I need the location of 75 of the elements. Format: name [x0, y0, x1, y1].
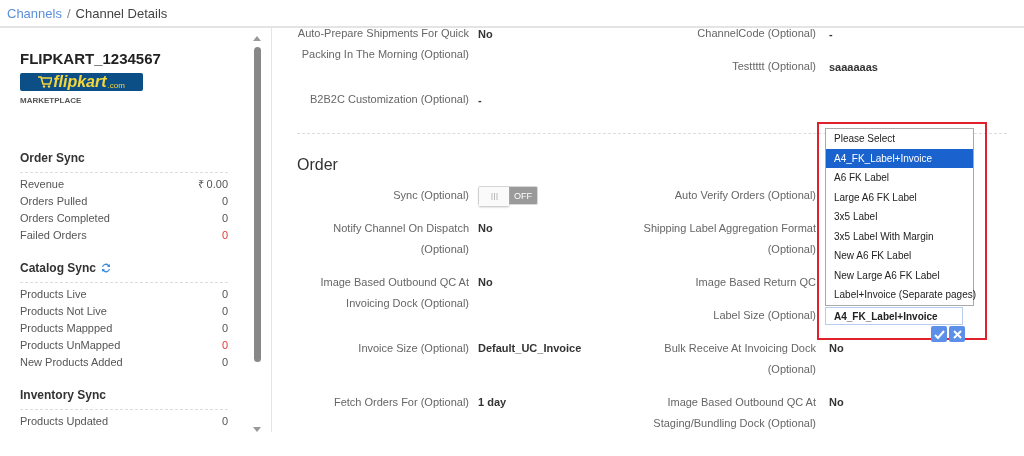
dropdown-option[interactable]: Please Select — [826, 129, 973, 149]
channel-type: MARKETPLACE — [20, 96, 83, 105]
field-label: Image Based Return QC — [694, 274, 816, 290]
logo-name: flipkart — [53, 73, 107, 91]
field-label: Auto-Prepare Shipments For Quick Packing In The Morning (Optional) — [297, 26, 469, 62]
field-label: Image Based Outbound QC At Staging/Bundling Dock (Optional) — [652, 394, 816, 431]
channel-name: FLIPKART_1234567 — [20, 50, 162, 67]
stat-label: Products Live — [20, 287, 87, 302]
field-label: Notify Channel On Dispatch (Optional) — [332, 220, 469, 257]
field-label: Fetch Orders For (Optional) — [332, 394, 469, 410]
stat-label: Orders Completed — [20, 211, 110, 226]
field-label: Testtttt (Optional) — [731, 59, 816, 74]
cancel-button[interactable] — [949, 326, 965, 342]
stat-label: Products UnMapped — [20, 338, 121, 353]
breadcrumb-separator: / — [66, 5, 71, 21]
field-value: - — [829, 27, 833, 40]
scrollbar[interactable] — [253, 36, 261, 432]
stat-value: 0 — [221, 414, 228, 429]
field-value: saaaaaas — [829, 60, 878, 73]
dropdown-option[interactable]: New A6 FK Label — [826, 246, 973, 266]
stat-label: Products Mappped — [20, 321, 113, 336]
stat-label: New Products Added — [20, 355, 123, 370]
confirm-button[interactable] — [931, 326, 947, 342]
dropdown-option[interactable]: A4_FK_Label+Invoice — [826, 148, 973, 168]
field-value: 1 day — [478, 396, 507, 408]
dropdown-option[interactable]: 3x5 Label With Margin — [826, 226, 973, 246]
stat-label: Products Not Live — [20, 304, 107, 319]
dropdown-list[interactable]: Please Select A4_FK_Label+Invoice A6 FK Label Large A6 FK Label 3x5 Label 3x5 Label With Margin New A6 FK Label New Large A6 FK Label Label+Invoice (Separate pages) — [825, 128, 974, 306]
grip-icon — [490, 192, 498, 200]
scroll-up-icon — [253, 36, 261, 41]
field-value: No — [478, 276, 493, 288]
stat-label: Failed Orders — [20, 228, 87, 243]
field-label: Bulk Receive At Invoicing Dock (Optional) — [663, 340, 816, 377]
field-label: Invoice Size (Optional) — [357, 340, 469, 356]
section-heading: Order — [297, 155, 338, 175]
field-label: Shipping Label Aggregation Format (Optional) — [642, 220, 816, 257]
close-icon — [951, 328, 963, 340]
logo-suffix: .com — [107, 80, 125, 90]
stat-value: 0 — [221, 321, 228, 336]
check-icon — [933, 328, 945, 340]
stat-value: 0 — [221, 211, 228, 226]
field-value: No — [829, 396, 844, 408]
cart-icon — [38, 76, 53, 88]
field-label: B2B2C Customization (Optional) — [309, 92, 469, 107]
stat-label: Products Updated — [20, 414, 109, 429]
stat-value: 0 — [221, 287, 228, 302]
stat-value: 0 — [221, 355, 228, 370]
field-value: - — [478, 93, 482, 106]
stat-value: 0 — [221, 194, 228, 209]
select-field[interactable]: A4_FK_Label+Invoice — [825, 307, 963, 325]
stat-value: ₹ 0.00 — [197, 177, 228, 192]
dropdown-option[interactable]: 3x5 Label — [826, 207, 973, 227]
breadcrumb-current: Channel Details — [75, 5, 168, 21]
refresh-icon — [100, 262, 113, 274]
field-value: No — [829, 342, 844, 354]
stat-label: Orders Pulled — [20, 194, 88, 209]
field-label: Label Size (Optional) — [712, 307, 816, 323]
section-title: Catalog Sync — [20, 261, 97, 275]
stat-value: 0 — [221, 228, 228, 243]
field-label: Image Based Outbound QC At Invoicing Dock (Optional) — [319, 274, 469, 311]
stat-value: 0 — [221, 304, 228, 319]
field-value: No — [478, 27, 493, 40]
field-label: ChannelCode (Optional) — [696, 26, 816, 41]
dropdown-option[interactable]: Large A6 FK Label — [826, 187, 973, 207]
section-title: Inventory Sync — [20, 388, 107, 402]
stat-label: Revenue — [20, 177, 65, 192]
stat-value: 0 — [221, 338, 228, 353]
field-label: Sync (Optional) — [392, 187, 469, 203]
scroll-down-icon — [253, 427, 261, 432]
dropdown-option[interactable]: A6 FK Label — [826, 168, 973, 188]
section-title: Order Sync — [20, 151, 85, 165]
dropdown-option[interactable]: New Large A6 FK Label — [826, 265, 973, 285]
field-label: Auto Verify Orders (Optional) — [673, 187, 816, 203]
field-value: No — [478, 222, 493, 234]
field-value: Default_UC_Invoice — [478, 342, 582, 354]
